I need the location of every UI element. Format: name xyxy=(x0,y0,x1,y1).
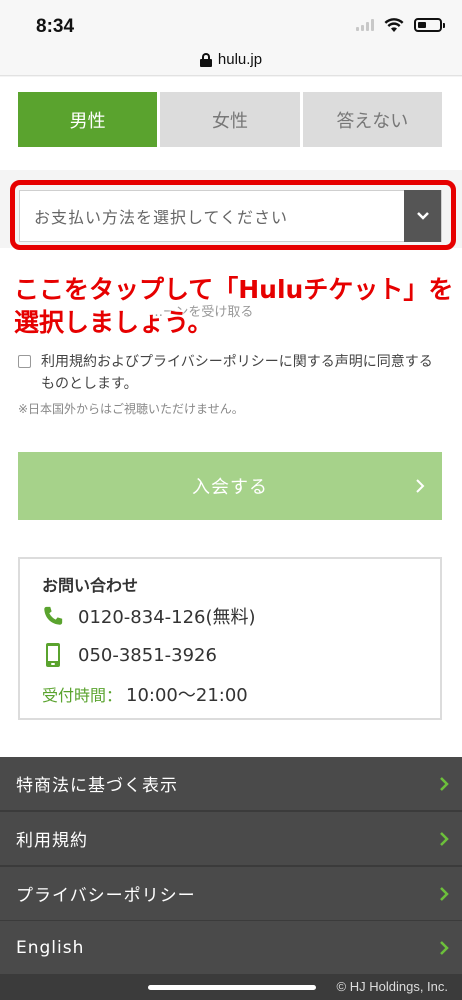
join-button[interactable]: 入会する xyxy=(18,452,442,520)
annotation-line-2: 選択しましょう。 xyxy=(14,308,213,337)
footer: 特商法に基づく表示 利用規約 プライバシーポリシー English © HJ H… xyxy=(0,757,462,1000)
status-time: 8:34 xyxy=(36,16,75,37)
region-note: ※日本国外からはご視聴いただけません。 xyxy=(18,402,244,416)
footer-item-label: English xyxy=(16,937,85,958)
gender-option-no-answer[interactable]: 答えない xyxy=(302,92,442,147)
contact-hours-value: 10:00〜21:00 xyxy=(126,685,248,706)
gender-option-female[interactable]: 女性 xyxy=(160,92,300,147)
chevron-right-icon xyxy=(440,832,449,846)
chevron-right-icon xyxy=(416,479,425,493)
home-indicator[interactable] xyxy=(148,985,316,990)
contact-box: お問い合わせ 0120-834-126(無料) 050-3851-3926 受付… xyxy=(18,557,442,720)
footer-item-label: 特商法に基づく表示 xyxy=(16,776,178,796)
annotation-instruction: ここをタップして「Huluチケット」を 選択しましょう。 xyxy=(14,273,453,339)
status-bar: 8:34 xyxy=(0,0,462,44)
chevron-right-icon xyxy=(440,777,449,791)
contact-hours-label: 受付時間： xyxy=(42,686,123,705)
signal-icon xyxy=(356,19,374,31)
contact-phone-mobile[interactable]: 050-3851-3926 xyxy=(78,645,217,666)
mobile-phone-icon xyxy=(46,643,60,667)
contact-title: お問い合わせ xyxy=(42,576,139,595)
footer-item-terms[interactable]: 利用規約 xyxy=(0,812,462,865)
wifi-icon xyxy=(384,18,404,32)
contact-phone-free[interactable]: 0120-834-126(無料) xyxy=(78,603,256,629)
footer-item-english[interactable]: English xyxy=(0,921,462,974)
terms-checkbox[interactable] xyxy=(18,355,31,368)
terms-agreement-row: 利用規約およびプライバシーポリシーに関する声明に同意するものとします。 xyxy=(18,351,442,395)
annotation-line-1: ここをタップして「Huluチケット」を xyxy=(14,275,454,304)
footer-item-tokushoho[interactable]: 特商法に基づく表示 xyxy=(0,757,462,810)
status-icons xyxy=(356,17,445,33)
join-button-label: 入会する xyxy=(192,477,268,498)
signup-form: 男性 女性 答えない お支払い方法を選択してください …ーンを受け取る ここをタ… xyxy=(0,77,462,757)
copyright: © HJ Holdings, Inc. xyxy=(336,979,448,994)
phone-icon xyxy=(44,606,63,625)
chevron-right-icon xyxy=(440,941,449,955)
lock-icon xyxy=(199,52,212,67)
terms-checkbox-label: 利用規約およびプライバシーポリシーに関する声明に同意するものとします。 xyxy=(41,354,433,392)
browser-url-bar[interactable]: hulu.jp xyxy=(0,44,462,76)
gender-option-male[interactable]: 男性 xyxy=(18,92,158,147)
gender-selector: 男性 女性 答えない xyxy=(18,92,442,147)
chevron-right-icon xyxy=(440,887,449,901)
contact-phone-mobile-row: 050-3851-3926 xyxy=(42,642,217,668)
annotation-highlight-box xyxy=(10,180,456,250)
contact-phone-free-row: 0120-834-126(無料) xyxy=(42,603,256,629)
footer-item-label: プライバシーポリシー xyxy=(16,886,196,906)
footer-item-privacy[interactable]: プライバシーポリシー xyxy=(0,867,462,920)
battery-icon xyxy=(414,18,445,32)
contact-hours-row: 受付時間： 10:00〜21:00 xyxy=(42,681,248,707)
footer-item-label: 利用規約 xyxy=(16,831,88,851)
url-text: hulu.jp xyxy=(217,51,263,68)
